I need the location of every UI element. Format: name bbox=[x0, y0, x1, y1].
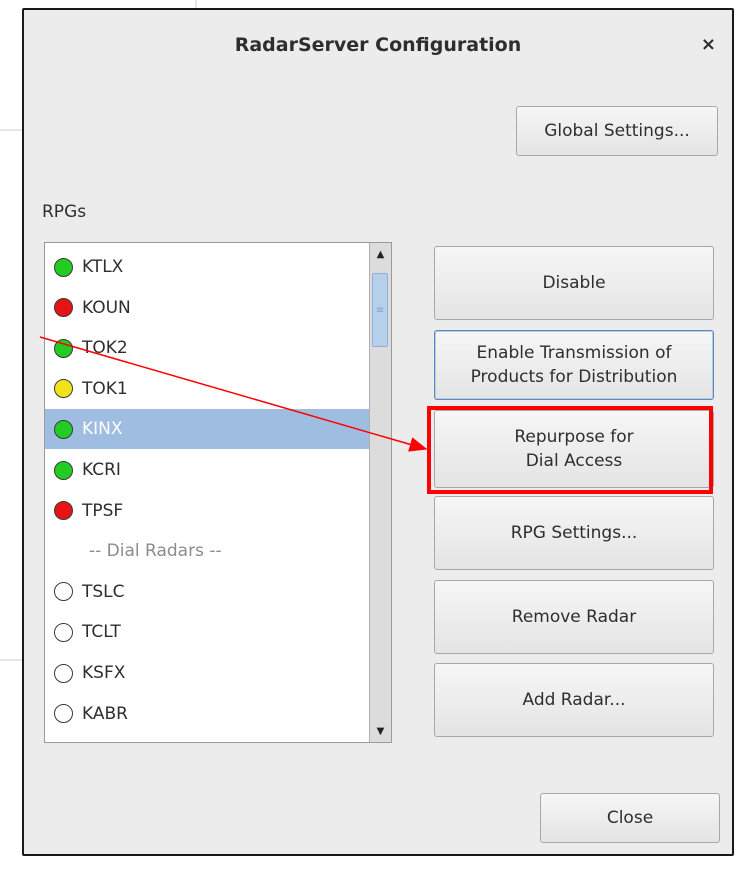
status-dot-icon bbox=[54, 419, 73, 439]
title-bar: RadarServer Configuration × bbox=[24, 10, 732, 78]
remove-radar-button[interactable]: Remove Radar bbox=[434, 580, 714, 654]
list-item-label: KSFX bbox=[82, 663, 126, 683]
rpg-list[interactable]: TPSF KCRI KINX TOK1 TOK2 KOUN KTLX -- Dial Rad… bbox=[44, 242, 392, 743]
status-dot-empty-icon bbox=[54, 622, 73, 642]
status-dot-empty-icon bbox=[54, 704, 73, 724]
list-item-tok2[interactable]: TOK2 bbox=[45, 328, 391, 368]
global-settings-label: Global Settings... bbox=[544, 121, 690, 141]
list-item-tclt[interactable]: TCLT bbox=[45, 612, 391, 652]
add-radar-button[interactable]: Add Radar... bbox=[434, 663, 714, 737]
status-dot-empty-icon bbox=[54, 582, 73, 602]
list-item-label: TPSF bbox=[82, 500, 124, 521]
status-dot-icon bbox=[54, 338, 73, 358]
enable-transmission-line2: Products for Distribution bbox=[470, 367, 678, 387]
disable-label: Disable bbox=[542, 273, 606, 293]
list-item-ktlx[interactable]: KTLX bbox=[45, 247, 391, 287]
list-item-tslc[interactable]: TSLC bbox=[45, 572, 391, 612]
scroll-grip-icon[interactable]: ≡ bbox=[372, 273, 388, 347]
list-item-label: TOK1 bbox=[82, 378, 128, 399]
list-item-label: TOK2 bbox=[82, 338, 128, 359]
scroll-down-icon[interactable]: ▼ bbox=[370, 720, 391, 742]
remove-radar-label: Remove Radar bbox=[511, 607, 637, 627]
dial-radars-section-label: -- Dial Radars -- bbox=[89, 541, 222, 562]
list-item-tok1[interactable]: TOK1 bbox=[45, 369, 391, 409]
list-item-kabr[interactable]: KABR bbox=[45, 694, 391, 734]
status-dot-icon bbox=[54, 460, 73, 480]
list-item-label: KCRI bbox=[82, 460, 121, 480]
status-dot-icon bbox=[54, 298, 73, 318]
enable-transmission-button[interactable]: Enable Transmission of Products for Dist… bbox=[434, 330, 714, 400]
list-item-kinx[interactable]: KINX bbox=[45, 409, 391, 450]
rpg-settings-button[interactable]: RPG Settings... bbox=[434, 496, 714, 570]
list-item-koun[interactable]: KOUN bbox=[45, 288, 391, 328]
scroll-up-icon[interactable]: ▲ bbox=[370, 243, 391, 265]
list-item-ksfx[interactable]: KSFX bbox=[45, 653, 391, 693]
close-button[interactable]: Close bbox=[540, 793, 720, 843]
status-dot-icon bbox=[54, 501, 73, 521]
list-item-label: KTLX bbox=[82, 257, 124, 277]
add-radar-label: Add Radar... bbox=[522, 690, 626, 710]
rpgs-label: RPGs bbox=[42, 202, 87, 222]
list-item-label: KINX bbox=[82, 419, 123, 440]
dial-radars-section-header: -- Dial Radars -- bbox=[45, 531, 391, 571]
status-dot-icon bbox=[54, 379, 73, 399]
close-icon[interactable]: × bbox=[701, 34, 716, 55]
list-item-label: KABR bbox=[82, 703, 128, 724]
list-item-label: TCLT bbox=[82, 622, 121, 643]
annotation-highlight-box bbox=[427, 406, 713, 494]
list-item-kcri[interactable]: KCRI bbox=[45, 450, 391, 490]
list-item-label: KOUN bbox=[82, 297, 131, 318]
global-settings-button[interactable]: Global Settings... bbox=[516, 106, 718, 156]
list-scrollbar[interactable]: ▲ ≡ ▼ bbox=[369, 243, 391, 742]
rpg-settings-label: RPG Settings... bbox=[510, 523, 638, 543]
enable-transmission-line1: Enable Transmission of bbox=[476, 343, 672, 363]
dialog-title: RadarServer Configuration bbox=[234, 34, 522, 56]
disable-button[interactable]: Disable bbox=[434, 246, 714, 320]
status-dot-icon bbox=[54, 257, 73, 277]
list-item-tpsf[interactable]: TPSF bbox=[45, 491, 391, 531]
status-dot-empty-icon bbox=[54, 663, 73, 683]
close-label: Close bbox=[606, 808, 654, 828]
list-item-label: TSLC bbox=[82, 581, 125, 602]
